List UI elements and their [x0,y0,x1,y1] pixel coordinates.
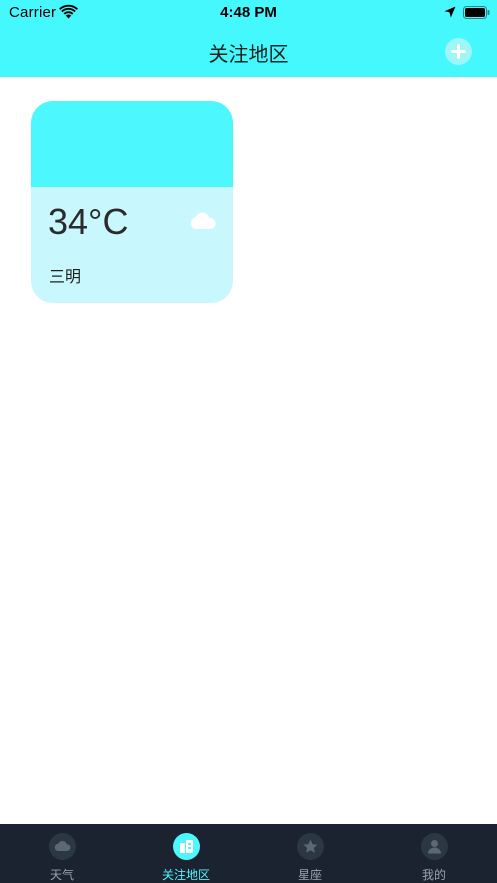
region-card[interactable]: 34°C 三明 [31,101,233,303]
tab-bar: 天气 关注地区 星座 我的 [0,824,497,883]
clock: 4:48 PM [220,4,277,21]
battery-icon [463,6,490,19]
plus-circle-icon[interactable] [445,38,472,65]
tab-profile[interactable]: 我的 [372,824,496,883]
header: Carrier 4:48 PM 关注地区 [0,0,497,77]
tab-label: 星座 [297,868,322,882]
tab-label: 我的 [421,868,446,882]
tab-horoscope[interactable]: 星座 [248,824,372,883]
building-icon [173,833,200,860]
card-header [31,101,233,187]
card-temperature: 34°C [48,201,129,242]
screen: Carrier 4:48 PM 关注地区 34°C 三明 天气 关注地区 星座 … [0,0,497,883]
user-icon [421,833,448,860]
location-arrow-icon [444,6,456,18]
tab-regions[interactable]: 关注地区 [124,824,248,883]
status-bar: Carrier 4:48 PM [0,0,497,26]
star-icon [297,833,324,860]
tab-label: 天气 [49,868,74,882]
page-title: 关注地区 [208,42,289,66]
card-city: 三明 [49,267,82,286]
cloud-icon [49,833,76,860]
tab-weather[interactable]: 天气 [0,824,124,883]
tab-label: 关注地区 [161,868,210,882]
cloud-icon [190,212,216,229]
